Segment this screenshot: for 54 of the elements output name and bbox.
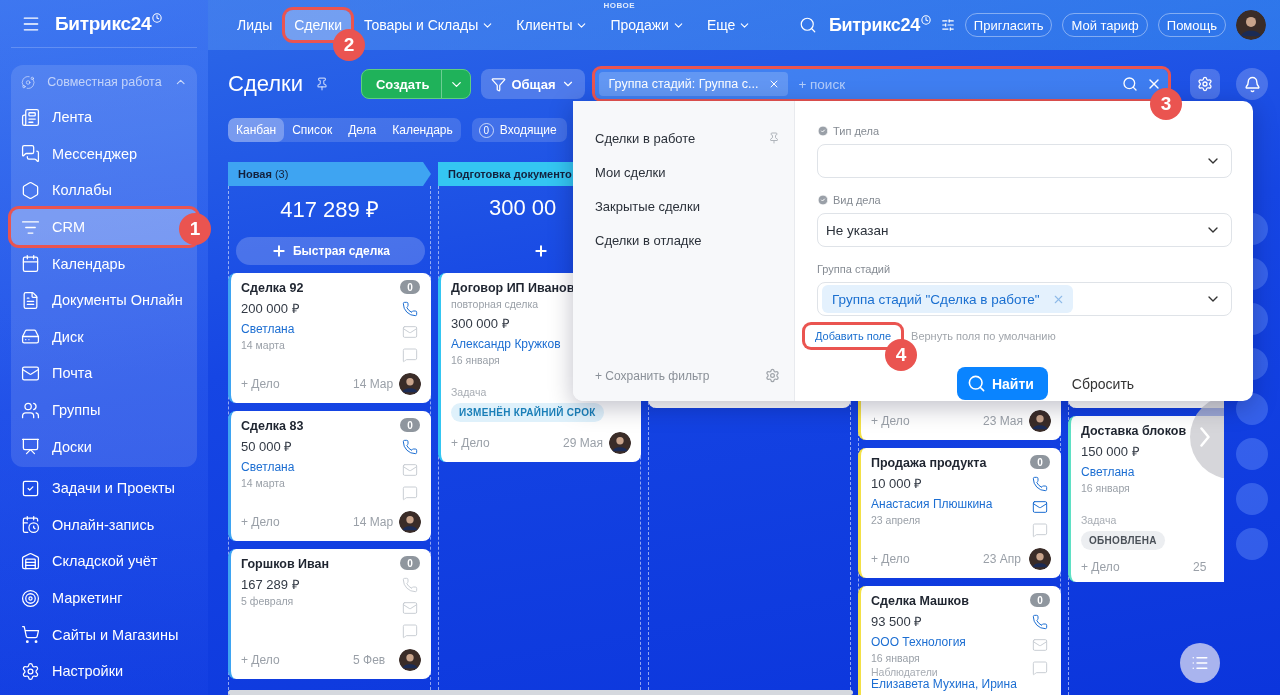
activity-counter: 0 (400, 280, 420, 294)
deal-date: 14 марта (241, 476, 286, 490)
activity-counter: 0 (400, 418, 420, 432)
logo: Битрикс24 (55, 12, 152, 35)
activity-date: 29 Мая (563, 436, 604, 450)
field-label: Группа стадий (817, 263, 891, 275)
deal-date: 14 марта (241, 338, 286, 352)
logo: Битрикс24 (828, 14, 920, 36)
column-total: 300 00 (489, 194, 557, 221)
field-label: Тип дела (833, 125, 880, 137)
inbox-label: Входящие (499, 123, 557, 137)
activity-counter: 0 (1030, 593, 1050, 607)
deal-title: Сделка Машков (871, 593, 969, 609)
deal-date: 16 января (871, 651, 921, 665)
deal-date: 23 апреля (871, 513, 922, 527)
page-title: Сделки (228, 71, 303, 97)
activity-date: 23 Мая (983, 414, 1024, 428)
new-label: НОВОЕ (603, 1, 636, 10)
deal-date: 16 января (1081, 481, 1131, 495)
activity-date: 14 Мар (353, 515, 395, 529)
deal-title: Продажа продукта (871, 455, 987, 471)
deal-subtitle: повторная сделка (451, 298, 540, 311)
activity-date: 5 Фев (353, 653, 387, 667)
status-tag: ОБНОВЛЕНА (1081, 531, 1165, 550)
field-label: Вид дела (833, 194, 881, 206)
step-badge: 4 (885, 339, 918, 371)
deal-amount: 200 000 ₽ (241, 301, 301, 317)
status-tag: ИЗМЕНЁН КРАЙНИЙ СРОК (451, 403, 604, 422)
deal-date: 5 февраля (241, 594, 295, 608)
deal-amount: 300 000 ₽ (451, 316, 511, 332)
step-badge: 3 (1150, 88, 1182, 120)
deal-title: Сделка 83 (241, 418, 304, 434)
activity-date: 14 Мар (353, 377, 395, 391)
step-badge: 2 (332, 29, 365, 61)
deal-amount: 50 000 ₽ (241, 439, 294, 455)
deal-title: Договор ИП Иванов (451, 280, 575, 296)
group-title: Совместная работа (47, 75, 162, 89)
deal-title: Горшков Иван (241, 556, 330, 572)
deal-title: Сделка 92 (241, 280, 304, 296)
deal-amount: 93 500 ₽ (871, 614, 924, 630)
deal-date: 16 января (451, 353, 501, 367)
deal-title: Доставка блоков (1081, 423, 1187, 439)
deal-amount: 10 000 ₽ (871, 476, 924, 492)
activity-date: 25 (1193, 560, 1208, 574)
activity-date: 23 Апр (983, 552, 1022, 566)
activity-counter: 0 (400, 556, 420, 570)
deal-amount: 167 289 ₽ (241, 577, 301, 593)
task-label: Задача (451, 385, 488, 399)
step-badge: 1 (179, 213, 211, 246)
activity-counter: 0 (1030, 455, 1050, 469)
column-total: 417 289 ₽ (280, 195, 379, 223)
observers-label: Наблюдатели (871, 666, 938, 678)
task-label: Задача (1081, 513, 1118, 527)
deal-amount: 150 000 ₽ (1081, 444, 1141, 460)
